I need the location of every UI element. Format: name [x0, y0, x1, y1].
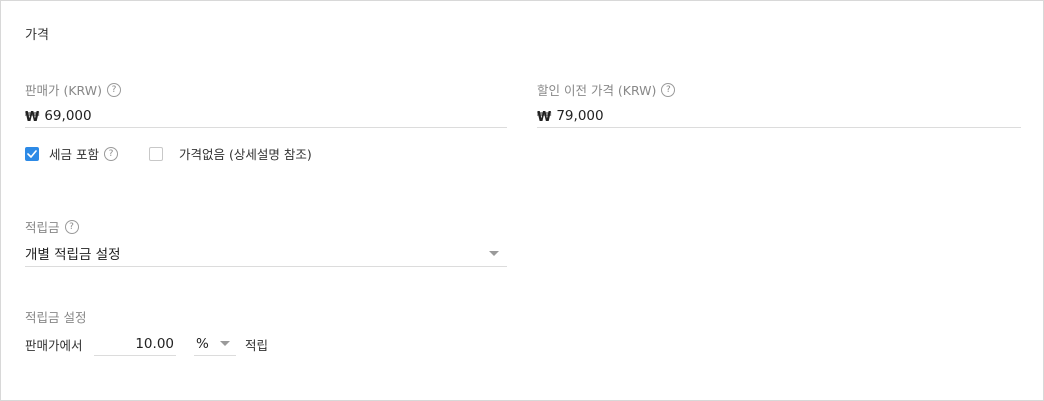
- points-label-row: 적립금 ?: [25, 217, 79, 236]
- check-icon: [27, 149, 37, 158]
- won-icon: ₩: [537, 110, 552, 125]
- chevron-down-icon: [489, 250, 499, 256]
- no-price-option[interactable]: 가격없음 (상세설명 참조): [149, 144, 312, 163]
- tax-included-checkbox[interactable]: [25, 146, 39, 161]
- points-select-value: 개별 적립금 설정: [25, 247, 121, 263]
- points-unit-select[interactable]: %: [194, 332, 236, 356]
- section-title: 가격: [25, 28, 49, 43]
- sale-price-label-row: 판매가 (KRW) ?: [25, 80, 121, 99]
- points-setting-prefix: 판매가에서: [25, 338, 83, 353]
- no-price-label: 가격없음 (상세설명 참조): [179, 147, 312, 162]
- tax-included-label: 세금 포함: [49, 147, 99, 162]
- help-icon[interactable]: ?: [661, 82, 676, 97]
- help-icon[interactable]: ?: [64, 219, 79, 234]
- help-icon[interactable]: ?: [103, 146, 118, 161]
- points-setting-label: 적립금 설정: [25, 310, 87, 325]
- help-icon[interactable]: ?: [106, 82, 121, 97]
- points-rate-value: 10.00: [135, 335, 174, 352]
- points-unit-value: %: [196, 335, 209, 352]
- sale-price-input[interactable]: ₩ 69,000: [25, 105, 507, 128]
- original-price-input[interactable]: ₩ 79,000: [537, 105, 1021, 128]
- sale-price-label: 판매가 (KRW): [25, 83, 102, 98]
- points-select[interactable]: 개별 적립금 설정: [25, 240, 507, 267]
- won-icon: ₩: [25, 110, 40, 125]
- original-price-label-row: 할인 이전 가격 (KRW) ?: [537, 80, 676, 99]
- points-setting-suffix: 적립: [245, 338, 269, 353]
- price-panel: 가격 판매가 (KRW) ? ₩ 69,000 세금 포함 ? 가격없음 (상세…: [0, 0, 1044, 401]
- points-label: 적립금: [25, 220, 60, 235]
- tax-included-option[interactable]: 세금 포함 ?: [25, 144, 118, 163]
- original-price-value: 79,000: [556, 108, 604, 124]
- no-price-checkbox[interactable]: [149, 146, 163, 161]
- sale-price-value: 69,000: [44, 108, 92, 124]
- original-price-label: 할인 이전 가격 (KRW): [537, 83, 657, 98]
- points-rate-input[interactable]: 10.00: [94, 332, 176, 356]
- chevron-down-icon: [220, 341, 230, 346]
